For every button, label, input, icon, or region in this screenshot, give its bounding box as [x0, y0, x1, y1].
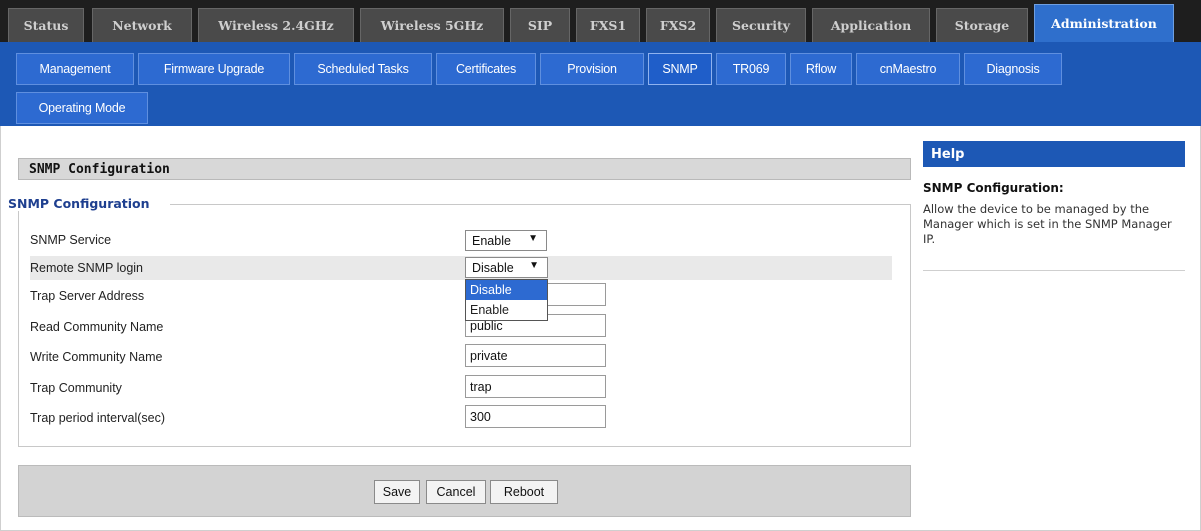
- subtab-provision[interactable]: Provision: [540, 53, 644, 85]
- tab-administration[interactable]: Administration: [1034, 4, 1174, 42]
- snmp-service-label: SNMP Service: [30, 233, 112, 247]
- subtab-cnmaestro[interactable]: cnMaestro: [856, 53, 960, 85]
- dropdown-option-enable[interactable]: Enable: [466, 300, 547, 320]
- row-write-community: Write Community Name: [30, 345, 892, 369]
- tab-wireless-5[interactable]: Wireless 5GHz: [360, 8, 504, 42]
- trap-period-label: Trap period interval(sec): [30, 411, 166, 425]
- trap-server-address-label: Trap Server Address: [30, 289, 145, 303]
- tab-wireless-24[interactable]: Wireless 2.4GHz: [198, 8, 354, 42]
- top-nav: Status Network Wireless 2.4GHz Wireless …: [0, 0, 1201, 42]
- remote-snmp-login-dropdown: Disable Enable: [465, 279, 548, 321]
- help-divider: [923, 270, 1185, 271]
- row-snmp-service: SNMP Service: [30, 228, 892, 252]
- help-header-text: Help: [931, 146, 965, 162]
- fieldset-legend: SNMP Configuration: [8, 196, 170, 211]
- remote-snmp-login-value: Disable: [472, 260, 514, 275]
- subtab-management[interactable]: Management: [16, 53, 134, 85]
- reboot-button[interactable]: Reboot: [490, 480, 558, 504]
- subtab-rflow[interactable]: Rflow: [790, 53, 852, 85]
- chevron-down-icon: ▼: [528, 233, 538, 244]
- row-trap-community: Trap Community: [30, 376, 892, 400]
- subtab-tr069[interactable]: TR069: [716, 53, 786, 85]
- write-community-label: Write Community Name: [30, 350, 163, 364]
- subtab-snmp[interactable]: SNMP: [648, 53, 712, 85]
- remote-snmp-login-label: Remote SNMP login: [30, 261, 144, 275]
- tab-network[interactable]: Network: [92, 8, 192, 42]
- tab-fxs1[interactable]: FXS1: [576, 8, 640, 42]
- subtab-operating-mode[interactable]: Operating Mode: [16, 92, 148, 124]
- chevron-down-icon: ▼: [529, 260, 539, 271]
- help-header: Help: [923, 141, 1185, 167]
- write-community-input[interactable]: private: [465, 344, 606, 367]
- read-community-label: Read Community Name: [30, 320, 164, 334]
- subtab-firmware-upgrade[interactable]: Firmware Upgrade: [138, 53, 290, 85]
- sub-nav: Management Firmware Upgrade Scheduled Ta…: [0, 42, 1201, 126]
- trap-period-input[interactable]: 300: [465, 405, 606, 428]
- tab-application[interactable]: Application: [812, 8, 930, 42]
- snmp-service-value: Enable: [472, 233, 511, 248]
- snmp-service-select[interactable]: Enable ▼: [465, 230, 547, 251]
- panel-title: SNMP Configuration: [18, 158, 911, 180]
- tab-security[interactable]: Security: [716, 8, 806, 42]
- trap-community-label: Trap Community: [30, 381, 122, 395]
- row-remote-snmp-login: Remote SNMP login: [30, 256, 892, 280]
- tab-fxs2[interactable]: FXS2: [646, 8, 710, 42]
- dropdown-option-disable[interactable]: Disable: [466, 280, 547, 300]
- subtab-certificates[interactable]: Certificates: [436, 53, 536, 85]
- tab-sip[interactable]: SIP: [510, 8, 570, 42]
- subtab-scheduled-tasks[interactable]: Scheduled Tasks: [294, 53, 432, 85]
- row-trap-period: Trap period interval(sec): [30, 406, 892, 430]
- row-trap-server-address: Trap Server Address: [30, 284, 892, 308]
- trap-community-input[interactable]: trap: [465, 375, 606, 398]
- cancel-button[interactable]: Cancel: [426, 480, 486, 504]
- help-title: SNMP Configuration:: [923, 181, 1064, 195]
- save-button[interactable]: Save: [374, 480, 420, 504]
- panel-title-text: SNMP Configuration: [29, 161, 170, 177]
- tab-status[interactable]: Status: [8, 8, 84, 42]
- subtab-diagnosis[interactable]: Diagnosis: [964, 53, 1062, 85]
- help-text: Allow the device to be managed by the Ma…: [923, 202, 1172, 246]
- remote-snmp-login-select[interactable]: Disable ▼: [465, 257, 548, 278]
- tab-storage[interactable]: Storage: [936, 8, 1028, 42]
- row-read-community: Read Community Name: [30, 315, 892, 339]
